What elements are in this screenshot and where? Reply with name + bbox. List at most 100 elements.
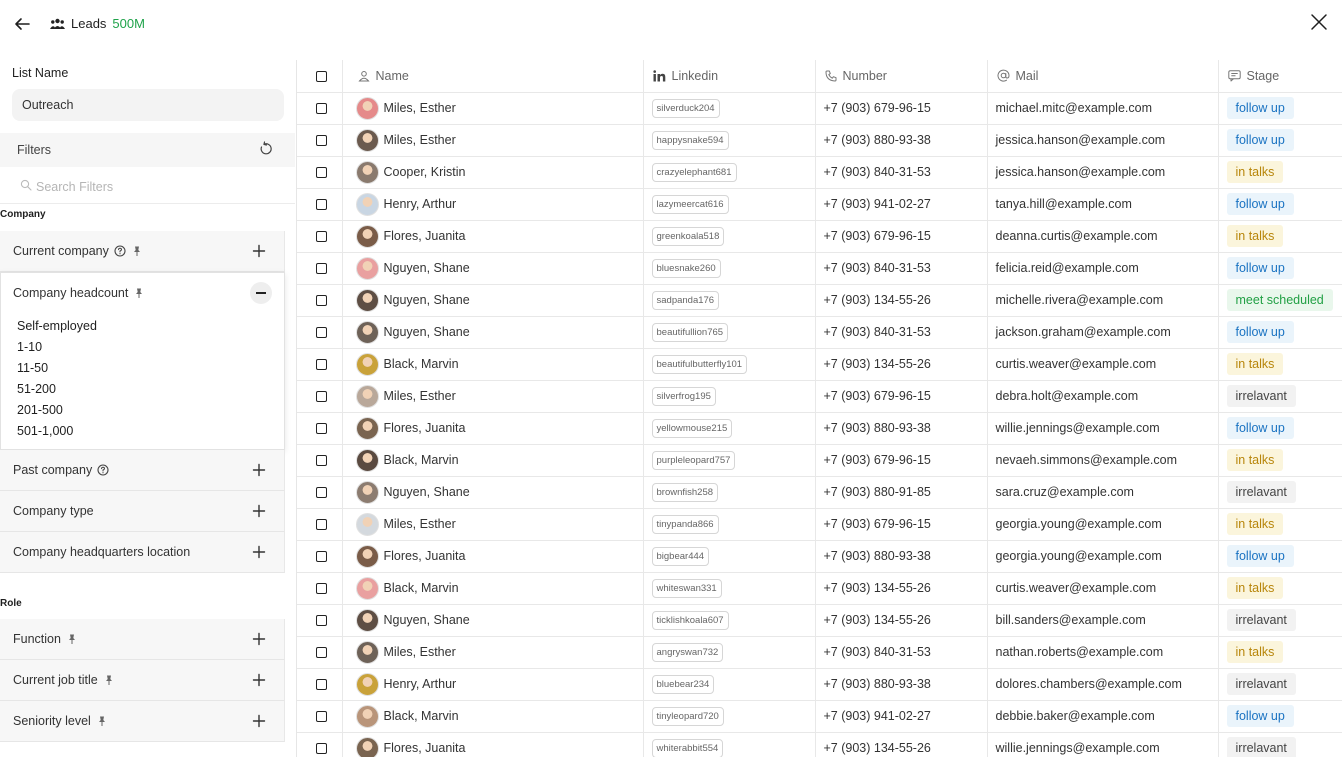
- linkedin-handle[interactable]: whiteswan331: [651, 578, 722, 598]
- stage-badge[interactable]: meet scheduled: [1226, 289, 1333, 311]
- stage-badge[interactable]: irrelavant: [1226, 737, 1296, 757]
- pin-icon[interactable]: [131, 245, 143, 257]
- phone-number[interactable]: +7 (903) 880-93-38: [815, 412, 988, 445]
- phone-number[interactable]: +7 (903) 134-55-26: [815, 604, 988, 637]
- filter-seniority-level[interactable]: Seniority level: [0, 701, 285, 742]
- linkedin-handle[interactable]: crazyelephant681: [651, 162, 737, 182]
- linkedin-handle[interactable]: bluebear234: [651, 674, 715, 694]
- table-row[interactable]: Miles, Esther angryswan732 +7 (903) 840-31…: [297, 636, 1342, 669]
- phone-number[interactable]: +7 (903) 840-31-53: [815, 252, 988, 285]
- row-checkbox[interactable]: [315, 455, 327, 467]
- linkedin-handle[interactable]: silverduck204: [651, 98, 720, 118]
- table-row[interactable]: Flores, Juanita bigbear444 +7 (903) 880-93…: [297, 540, 1342, 573]
- linkedin-handle[interactable]: happysnake594: [651, 130, 729, 150]
- phone-number[interactable]: +7 (903) 880-93-38: [815, 668, 988, 701]
- close-icon[interactable]: [1310, 13, 1328, 31]
- stage-badge[interactable]: follow up: [1226, 97, 1294, 119]
- phone-number[interactable]: +7 (903) 134-55-26: [815, 572, 988, 605]
- table-row[interactable]: Henry, Arthur lazymeercat616 +7 (903) 941-…: [297, 188, 1342, 221]
- row-checkbox[interactable]: [315, 103, 327, 115]
- email-address[interactable]: georgia.young@example.com: [987, 508, 1219, 541]
- stage-badge[interactable]: follow up: [1226, 417, 1294, 439]
- email-address[interactable]: michael.mitc@example.com: [987, 92, 1219, 125]
- linkedin-handle[interactable]: beautifulbutterfly101: [651, 354, 748, 374]
- lead-name[interactable]: Black, Marvin: [384, 357, 459, 371]
- plus-icon[interactable]: [252, 463, 266, 477]
- linkedin-handle[interactable]: bigbear444: [651, 546, 710, 566]
- row-checkbox[interactable]: [315, 711, 327, 723]
- plus-icon[interactable]: [252, 244, 266, 258]
- table-row[interactable]: Nguyen, Shane brownfish258 +7 (903) 880-91…: [297, 476, 1342, 509]
- column-header-linkedin[interactable]: Linkedin: [643, 60, 816, 93]
- lead-name[interactable]: Flores, Juanita: [384, 421, 466, 435]
- email-address[interactable]: nevaeh.simmons@example.com: [987, 444, 1219, 477]
- row-checkbox[interactable]: [315, 199, 327, 211]
- linkedin-handle[interactable]: tinyleopard720: [651, 706, 724, 726]
- email-address[interactable]: deanna.curtis@example.com: [987, 220, 1219, 253]
- stage-badge[interactable]: irrelavant: [1226, 673, 1296, 695]
- phone-number[interactable]: +7 (903) 679-96-15: [815, 92, 988, 125]
- row-checkbox[interactable]: [315, 519, 327, 531]
- row-checkbox[interactable]: [315, 423, 327, 435]
- email-address[interactable]: curtis.weaver@example.com: [987, 572, 1219, 605]
- phone-number[interactable]: +7 (903) 134-55-26: [815, 732, 988, 757]
- table-row[interactable]: Black, Marvin purpleleopard757 +7 (903) 67…: [297, 444, 1342, 477]
- stage-badge[interactable]: irrelavant: [1226, 481, 1296, 503]
- linkedin-handle[interactable]: whiterabbit554: [651, 738, 724, 757]
- pin-icon[interactable]: [96, 715, 108, 727]
- row-checkbox[interactable]: [315, 487, 327, 499]
- table-row[interactable]: Flores, Juanita greenkoala518 +7 (903) 679…: [297, 220, 1342, 253]
- row-checkbox[interactable]: [315, 295, 327, 307]
- table-row[interactable]: Miles, Esther silverfrog195 +7 (903) 679-9…: [297, 380, 1342, 413]
- table-row[interactable]: Nguyen, Shane sadpanda176 +7 (903) 134-55-…: [297, 284, 1342, 317]
- plus-icon[interactable]: [252, 673, 266, 687]
- table-row[interactable]: Miles, Esther silverduck204 +7 (903) 679-9…: [297, 92, 1342, 125]
- search-filters-input[interactable]: [36, 176, 276, 198]
- filter-past-company[interactable]: Past company: [0, 450, 285, 491]
- phone-number[interactable]: +7 (903) 134-55-26: [815, 284, 988, 317]
- row-checkbox[interactable]: [315, 743, 327, 755]
- lead-name[interactable]: Miles, Esther: [384, 645, 456, 659]
- stage-badge[interactable]: in talks: [1226, 353, 1284, 375]
- email-address[interactable]: debbie.baker@example.com: [987, 700, 1219, 733]
- email-address[interactable]: sara.cruz@example.com: [987, 476, 1219, 509]
- phone-number[interactable]: +7 (903) 679-96-15: [815, 220, 988, 253]
- email-address[interactable]: debra.holt@example.com: [987, 380, 1219, 413]
- stage-badge[interactable]: in talks: [1226, 225, 1284, 247]
- email-address[interactable]: jackson.graham@example.com: [987, 316, 1219, 349]
- table-row[interactable]: Nguyen, Shane beautifullion765 +7 (903) 84…: [297, 316, 1342, 349]
- stage-badge[interactable]: follow up: [1226, 193, 1294, 215]
- lead-name[interactable]: Miles, Esther: [384, 389, 456, 403]
- lead-name[interactable]: Nguyen, Shane: [384, 485, 470, 499]
- row-checkbox[interactable]: [315, 327, 327, 339]
- email-address[interactable]: felicia.reid@example.com: [987, 252, 1219, 285]
- table-row[interactable]: Flores, Juanita yellowmouse215 +7 (903) 88…: [297, 412, 1342, 445]
- email-address[interactable]: willie.jennings@example.com: [987, 732, 1219, 757]
- reset-icon[interactable]: [258, 141, 274, 157]
- phone-number[interactable]: +7 (903) 840-31-53: [815, 156, 988, 189]
- stage-badge[interactable]: follow up: [1226, 545, 1294, 567]
- table-row[interactable]: Miles, Esther tinypanda866 +7 (903) 679-96…: [297, 508, 1342, 541]
- linkedin-handle[interactable]: yellowmouse215: [651, 418, 733, 438]
- lead-name[interactable]: Nguyen, Shane: [384, 613, 470, 627]
- row-checkbox[interactable]: [315, 263, 327, 275]
- phone-number[interactable]: +7 (903) 840-31-53: [815, 636, 988, 669]
- email-address[interactable]: michelle.rivera@example.com: [987, 284, 1219, 317]
- linkedin-handle[interactable]: sadpanda176: [651, 290, 720, 310]
- filter-current-company[interactable]: Current company: [0, 231, 285, 272]
- stage-badge[interactable]: in talks: [1226, 577, 1284, 599]
- lead-name[interactable]: Black, Marvin: [384, 453, 459, 467]
- collapse-button[interactable]: [250, 282, 272, 304]
- column-header-mail[interactable]: Mail: [987, 60, 1219, 93]
- row-checkbox[interactable]: [315, 359, 327, 371]
- stage-badge[interactable]: follow up: [1226, 705, 1294, 727]
- column-header-stage[interactable]: Stage: [1218, 60, 1342, 93]
- phone-number[interactable]: +7 (903) 941-02-27: [815, 188, 988, 221]
- help-icon[interactable]: [114, 245, 126, 257]
- lead-name[interactable]: Black, Marvin: [384, 581, 459, 595]
- linkedin-handle[interactable]: tinypanda866: [651, 514, 719, 534]
- plus-icon[interactable]: [252, 504, 266, 518]
- headcount-option[interactable]: 201-500: [17, 400, 97, 421]
- email-address[interactable]: jessica.hanson@example.com: [987, 124, 1219, 157]
- email-address[interactable]: willie.jennings@example.com: [987, 412, 1219, 445]
